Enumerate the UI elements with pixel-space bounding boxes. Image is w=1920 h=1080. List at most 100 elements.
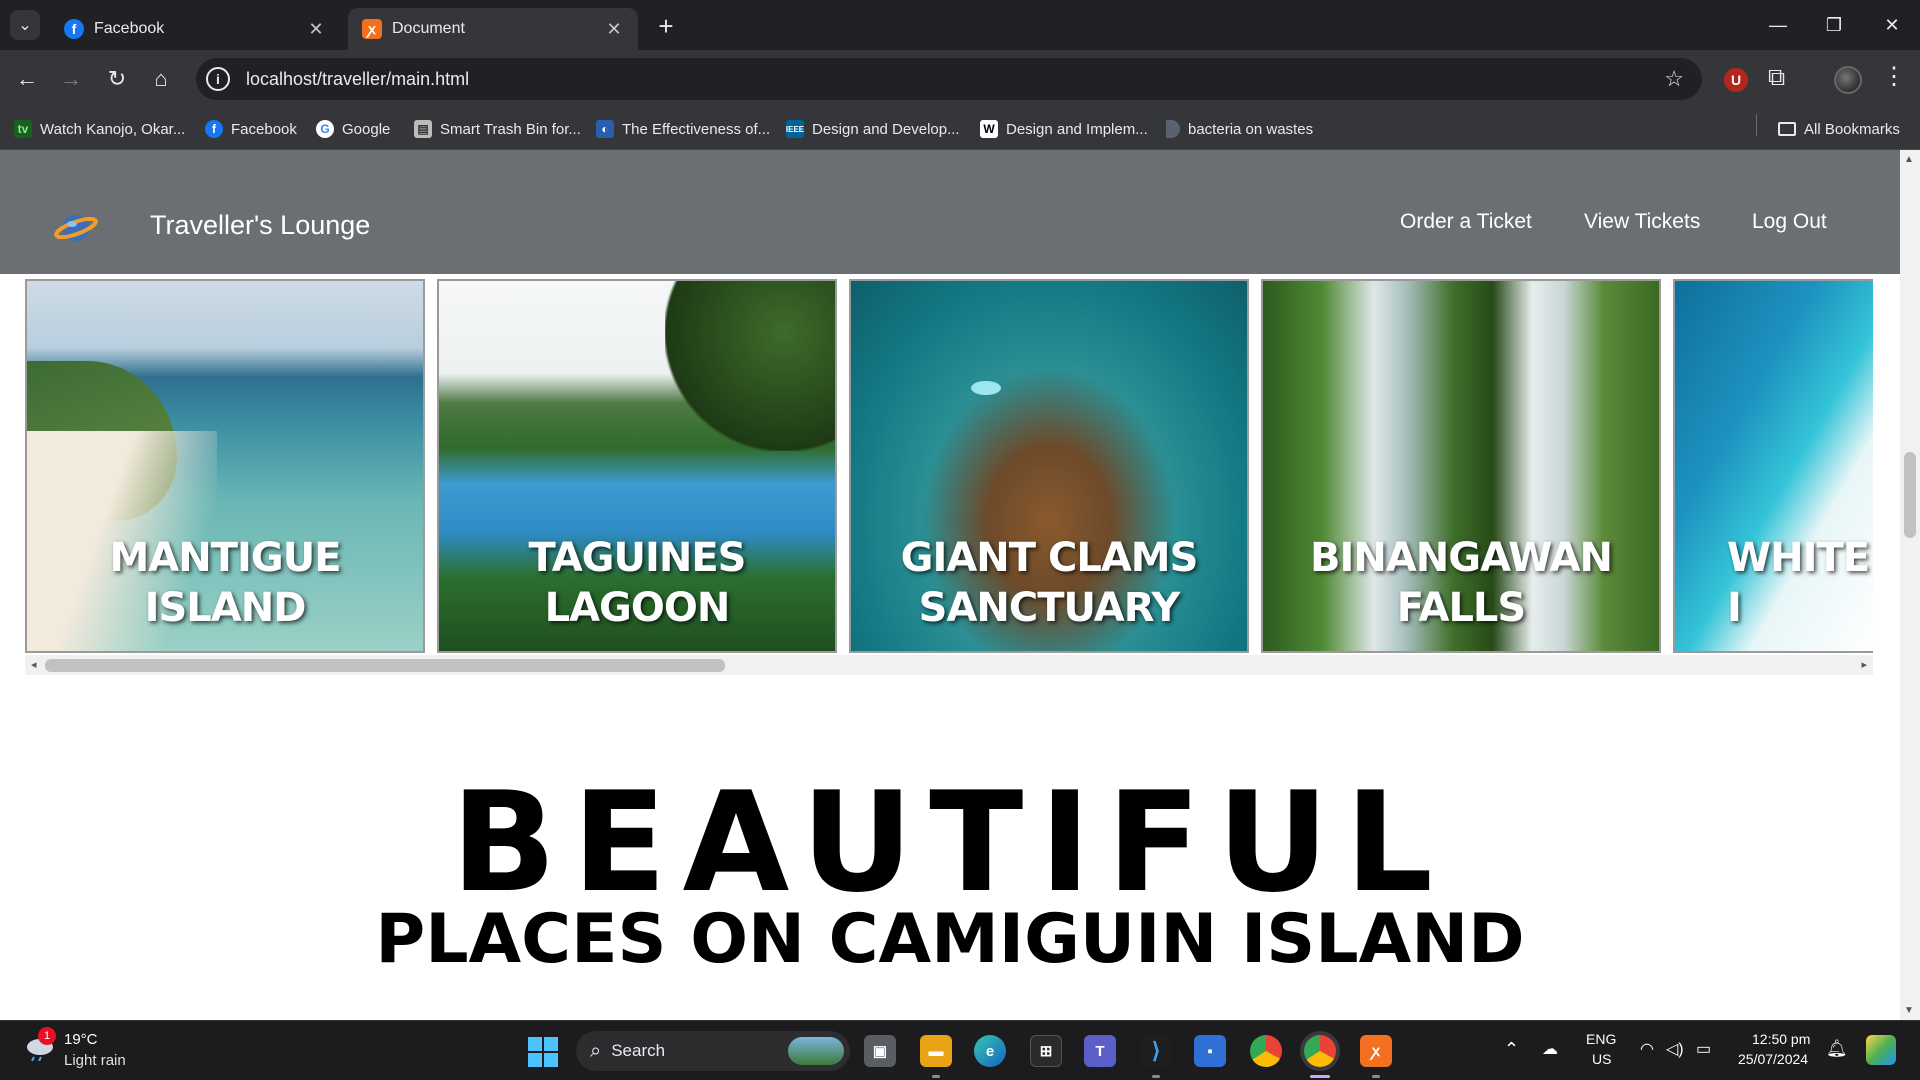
- destination-card[interactable]: TAGUINES LAGOON: [437, 279, 837, 653]
- tab-title: Facebook: [94, 20, 165, 37]
- facebook-icon: f: [205, 120, 223, 138]
- task-view-icon[interactable]: ▣: [864, 1035, 896, 1067]
- tree-branches-image: [665, 281, 835, 451]
- folder-icon: [1778, 122, 1796, 136]
- site-info-icon[interactable]: i: [206, 67, 230, 91]
- forward-button[interactable]: →: [54, 62, 88, 96]
- bookmark-item[interactable]: f Facebook: [205, 118, 297, 140]
- chevron-up-icon[interactable]: ⌃: [1504, 1039, 1519, 1060]
- page-viewport: Traveller's Lounge Order a Ticket View T…: [0, 150, 1900, 1020]
- teams-icon[interactable]: T: [1084, 1035, 1116, 1067]
- bookmark-star-icon[interactable]: ☆: [1664, 66, 1684, 92]
- battery-icon[interactable]: ▭: [1696, 1039, 1711, 1059]
- close-tab-icon[interactable]: ✕: [604, 19, 624, 40]
- destination-card[interactable]: GIANT CLAMS SANCTUARY: [849, 279, 1249, 653]
- browser-toolbar: ← → ↻ ⌂ i localhost/traveller/main.html …: [0, 50, 1920, 108]
- url-text[interactable]: localhost/traveller/main.html: [246, 69, 469, 90]
- home-button[interactable]: ⌂: [144, 62, 178, 96]
- cloud-sync-icon[interactable]: ☁: [1542, 1039, 1558, 1059]
- bookmark-item[interactable]: bacteria on wastes: [1166, 118, 1313, 140]
- running-indicator: [1372, 1075, 1380, 1078]
- destination-card[interactable]: BINANGAWAN FALLS: [1261, 279, 1661, 653]
- clock-time[interactable]: 12:50 pm: [1752, 1031, 1810, 1047]
- wifi-icon[interactable]: ◠: [1640, 1039, 1654, 1059]
- scroll-right-icon[interactable]: ▸: [1861, 658, 1867, 671]
- browser-tab-strip: ⌄ f Facebook ✕ ꭗ Document ✕ + — ❐ ✕: [0, 0, 1920, 50]
- bookmark-item[interactable]: ▤ Smart Trash Bin for...: [414, 118, 581, 140]
- bookmark-label: Smart Trash Bin for...: [440, 120, 581, 138]
- xampp-icon[interactable]: ꭗ: [1360, 1035, 1392, 1067]
- weather-alert-badge: 1: [38, 1027, 56, 1045]
- search-icon: ⌕: [590, 1039, 602, 1062]
- reload-button[interactable]: ↻: [100, 62, 134, 96]
- minimize-button[interactable]: —: [1750, 0, 1806, 50]
- all-bookmarks-button[interactable]: All Bookmarks: [1778, 118, 1900, 140]
- scroll-left-icon[interactable]: ◂: [31, 658, 37, 671]
- back-button[interactable]: ←: [10, 62, 44, 96]
- xampp-icon: ꭗ: [362, 19, 382, 39]
- close-window-button[interactable]: ✕: [1864, 0, 1920, 50]
- search-highlight-image: [788, 1037, 844, 1065]
- region-code[interactable]: US: [1592, 1051, 1611, 1067]
- windows-start-icon[interactable]: [528, 1037, 558, 1067]
- bookmark-item[interactable]: IEEE Design and Develop...: [786, 118, 960, 140]
- running-indicator: [1152, 1075, 1160, 1078]
- destination-label: TAGUINES LAGOON: [528, 535, 747, 631]
- w-icon: W: [980, 120, 998, 138]
- file-explorer-icon[interactable]: ▬: [920, 1035, 952, 1067]
- scroll-up-icon[interactable]: ▲: [1904, 154, 1914, 165]
- app-icon[interactable]: ▪: [1194, 1035, 1226, 1067]
- planet-logo-icon[interactable]: [54, 208, 98, 244]
- taskbar-search[interactable]: ⌕ Search: [576, 1031, 850, 1071]
- destination-label: BINANGAWAN FALLS: [1309, 535, 1613, 631]
- notification-bell-icon[interactable]: 🔔︎: [1826, 1039, 1848, 1059]
- page-vertical-scrollbar[interactable]: ▲ ▼: [1900, 150, 1920, 1020]
- hero-title: BEAUTIFUL: [451, 762, 1449, 923]
- bookmark-item[interactable]: tv Watch Kanojo, Okar...: [14, 118, 185, 140]
- close-tab-icon[interactable]: ✕: [306, 19, 326, 40]
- extensions-puzzle-icon[interactable]: ⧉: [1768, 64, 1785, 92]
- view-tickets-link[interactable]: View Tickets: [1584, 210, 1700, 234]
- scrollbar-thumb[interactable]: [1904, 452, 1916, 538]
- bookmark-item[interactable]: W Design and Implem...: [980, 118, 1148, 140]
- destination-card[interactable]: WHITE I: [1673, 279, 1873, 653]
- volume-icon[interactable]: ◁): [1666, 1039, 1684, 1059]
- globe-icon: ◐: [596, 120, 614, 138]
- profile-avatar[interactable]: [1834, 66, 1862, 94]
- edge-browser-icon[interactable]: e: [974, 1035, 1006, 1067]
- gallery-horizontal-scrollbar[interactable]: ◂ ▸: [25, 655, 1873, 675]
- order-ticket-link[interactable]: Order a Ticket: [1400, 210, 1532, 234]
- ublock-extension-icon[interactable]: U: [1724, 68, 1748, 92]
- tab-search-button[interactable]: ⌄: [10, 10, 40, 40]
- bookmark-label: Design and Develop...: [812, 120, 960, 138]
- language-code[interactable]: ENG: [1586, 1031, 1616, 1047]
- scroll-down-icon[interactable]: ▼: [1904, 1005, 1914, 1016]
- windows-taskbar: 1 19°C Light rain ⌕ Search ▣ ▬ e ⊞ T ⟩ ▪…: [0, 1020, 1920, 1080]
- microsoft-store-icon[interactable]: ⊞: [1030, 1035, 1062, 1067]
- destination-card[interactable]: MANTIGUE ISLAND: [25, 279, 425, 653]
- tab-document[interactable]: ꭗ Document ✕: [348, 8, 638, 50]
- new-tab-button[interactable]: +: [652, 11, 680, 41]
- chrome-profile-icon[interactable]: [1304, 1035, 1336, 1067]
- address-bar[interactable]: i localhost/traveller/main.html ☆: [196, 58, 1702, 100]
- weather-temperature[interactable]: 19°C: [64, 1031, 98, 1048]
- copilot-icon[interactable]: [1866, 1035, 1896, 1065]
- document-icon: ▤: [414, 120, 432, 138]
- bookmark-item[interactable]: ◐ The Effectiveness of...: [596, 118, 770, 140]
- bookmark-item[interactable]: G Google: [316, 118, 390, 140]
- log-out-link[interactable]: Log Out: [1752, 210, 1827, 234]
- destinations-gallery[interactable]: MANTIGUE ISLAND TAGUINES LAGOON GIANT CL…: [25, 279, 1873, 655]
- brand-title[interactable]: Traveller's Lounge: [150, 210, 370, 241]
- facebook-icon: f: [64, 19, 84, 39]
- weather-description[interactable]: Light rain: [64, 1052, 126, 1069]
- clock-date[interactable]: 25/07/2024: [1738, 1051, 1808, 1067]
- tab-facebook[interactable]: f Facebook ✕: [50, 8, 340, 50]
- all-bookmarks-label: All Bookmarks: [1804, 120, 1900, 138]
- coral-image: [971, 381, 1001, 395]
- vscode-icon[interactable]: ⟩: [1140, 1035, 1172, 1067]
- chrome-icon[interactable]: [1250, 1035, 1282, 1067]
- restore-button[interactable]: ❐: [1806, 0, 1862, 50]
- scrollbar-thumb[interactable]: [45, 659, 725, 672]
- bookmark-icon: [1166, 120, 1180, 138]
- more-menu-icon[interactable]: ⋮: [1882, 62, 1906, 91]
